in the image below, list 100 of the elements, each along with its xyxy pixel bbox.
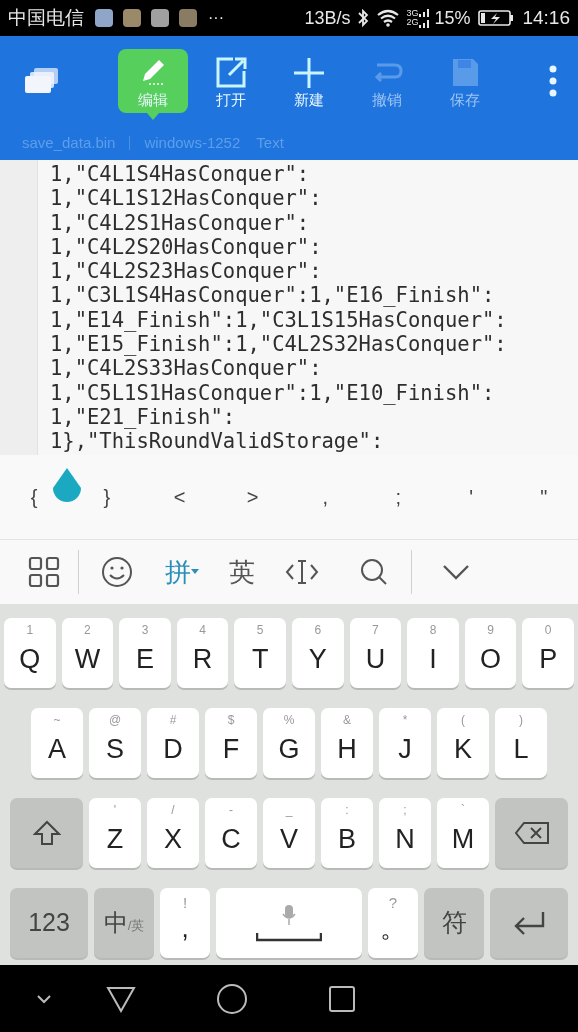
emoji-icon[interactable] [101,556,133,588]
punctuation-key[interactable]: ? 。 [368,888,418,958]
key-hint: 5 [256,622,264,639]
toolbar-button[interactable]: 新建 [274,49,344,113]
letter-key[interactable]: 7 U [349,618,402,688]
key-hint: ( [461,712,465,729]
letter-key[interactable]: 5 T [234,618,286,688]
letter-key[interactable]: / X [147,798,199,868]
code-line[interactable]: 1,"C4L2S1HasConquer": [50,210,507,235]
letter-key[interactable]: 3 E [119,618,171,688]
grid-icon[interactable] [28,556,60,588]
symbol-key[interactable]: { [20,472,48,522]
more-options-icon[interactable] [548,64,558,98]
letter-key[interactable]: $ F [205,708,257,778]
letter-key[interactable]: @ S [89,708,141,778]
key-hint: 1 [26,622,34,639]
code-line[interactable]: 1},"ThisRoundValidStorage": [50,429,507,454]
shift-icon [32,820,61,846]
space-bar-icon [256,932,322,942]
key-hint: ; [403,802,407,819]
app-icon [150,8,170,28]
symbol-key[interactable]: ; [384,472,413,522]
key-hint: 7 [372,622,379,639]
letter-key[interactable]: 1 Q [4,618,56,688]
letter-key[interactable]: ( K [437,708,489,778]
symbol-key[interactable]: ' [457,472,486,522]
network-type: 3G [406,9,419,18]
letter-key[interactable]: : B [321,798,373,868]
enter-key[interactable] [490,888,568,958]
symbol-key[interactable]: , [311,472,340,522]
letter-key[interactable]: 4 R [176,618,229,688]
letter-key[interactable]: _ V [263,798,315,868]
letter-key[interactable]: # D [147,708,199,778]
key-hint: ` [461,802,465,819]
symbol-key[interactable]: " [529,472,558,522]
key-hint: 3 [141,622,149,639]
code-line[interactable]: 1,"C4L1S4HasConquer": [50,162,507,187]
key-hint: ~ [53,712,61,729]
letter-key[interactable]: ; N [379,798,431,868]
language-key[interactable]: 中/英 [94,888,154,958]
back-icon[interactable] [106,984,136,1013]
app-icon [122,8,142,28]
symbol-key[interactable]: < [165,472,194,522]
search-icon[interactable] [359,557,389,587]
letter-key[interactable]: 9 O [464,618,517,688]
key-hint: ! [182,893,188,913]
letter-key[interactable]: ~ A [31,708,83,778]
key-hint: 0 [544,622,552,639]
tabs-icon[interactable] [24,67,60,95]
function-key[interactable]: 符 [424,888,484,958]
key-hint: @ [108,712,122,729]
code-line[interactable]: 1,"C5L1S1HasConquer":1,"E10_Finish": [50,380,507,405]
code-line[interactable]: 1,"C4L2S33HasConquer": [50,356,507,381]
plus-icon [291,55,327,89]
bluetooth-icon [356,8,371,28]
signal-icon [419,7,432,29]
punctuation-key[interactable]: ! , [160,888,210,958]
symbol-key[interactable]: > [238,472,267,522]
symbol-key[interactable]: } [92,472,121,522]
letter-key[interactable]: ) L [495,708,547,778]
code-line[interactable]: 1,"C4L2S23HasConquer": [50,259,507,284]
code-line[interactable]: 1,"C4L1S12HasConquer": [50,186,507,211]
key-hint: 2 [84,622,91,639]
key-hint: 6 [314,622,322,639]
letter-key[interactable]: 2 W [61,618,114,688]
function-key[interactable]: 123 [10,888,88,958]
recent-apps-icon[interactable] [328,984,356,1013]
carrier-name: 中国电信 [8,5,84,30]
clock-time: 14:16 [522,5,570,30]
toolbar-button[interactable]: 打开 [196,49,266,113]
letter-key[interactable]: - C [205,798,257,868]
shift-key[interactable] [10,798,83,868]
code-line[interactable]: 1,"E15_Finish":1,"C4L2S32HasConquer": [50,332,507,357]
backspace-key[interactable] [495,798,568,868]
key-hint: _ [285,802,293,819]
key-hint: 4 [199,622,206,639]
home-icon[interactable] [216,982,248,1015]
key-hint: % [283,712,295,729]
letter-key[interactable]: % G [263,708,315,778]
letter-key[interactable]: ' Z [89,798,141,868]
letter-key[interactable]: 8 I [407,618,459,688]
letter-key[interactable]: ` M [437,798,489,868]
key-hint: 8 [429,622,437,639]
code-line[interactable]: 1,"C4L2S20HasConquer": [50,234,507,260]
backspace-icon [513,821,550,845]
code-line[interactable]: 1,"C3L1S4HasConquer":1,"E16_Finish": [50,283,507,308]
letter-key[interactable]: * J [379,708,431,778]
hide-keyboard-icon[interactable] [36,993,52,1004]
key-hint: / [171,802,175,819]
letter-key[interactable]: 0 P [522,618,574,688]
key-label: 中 [103,908,128,938]
code-line[interactable]: 1,"E21_Finish": [50,404,507,430]
key-hint: ) [519,712,523,729]
letter-key[interactable]: & H [321,708,373,778]
code-line[interactable]: 1,"E14_Finish":1,"C3L1S15HasConquer": [50,307,507,333]
input-mode-button[interactable]: 英 [229,552,255,592]
collapse-keyboard-icon[interactable] [442,563,470,581]
key-hint: ? [388,893,398,913]
letter-key[interactable]: 6 Y [292,618,344,688]
key-hint: : [345,802,349,819]
